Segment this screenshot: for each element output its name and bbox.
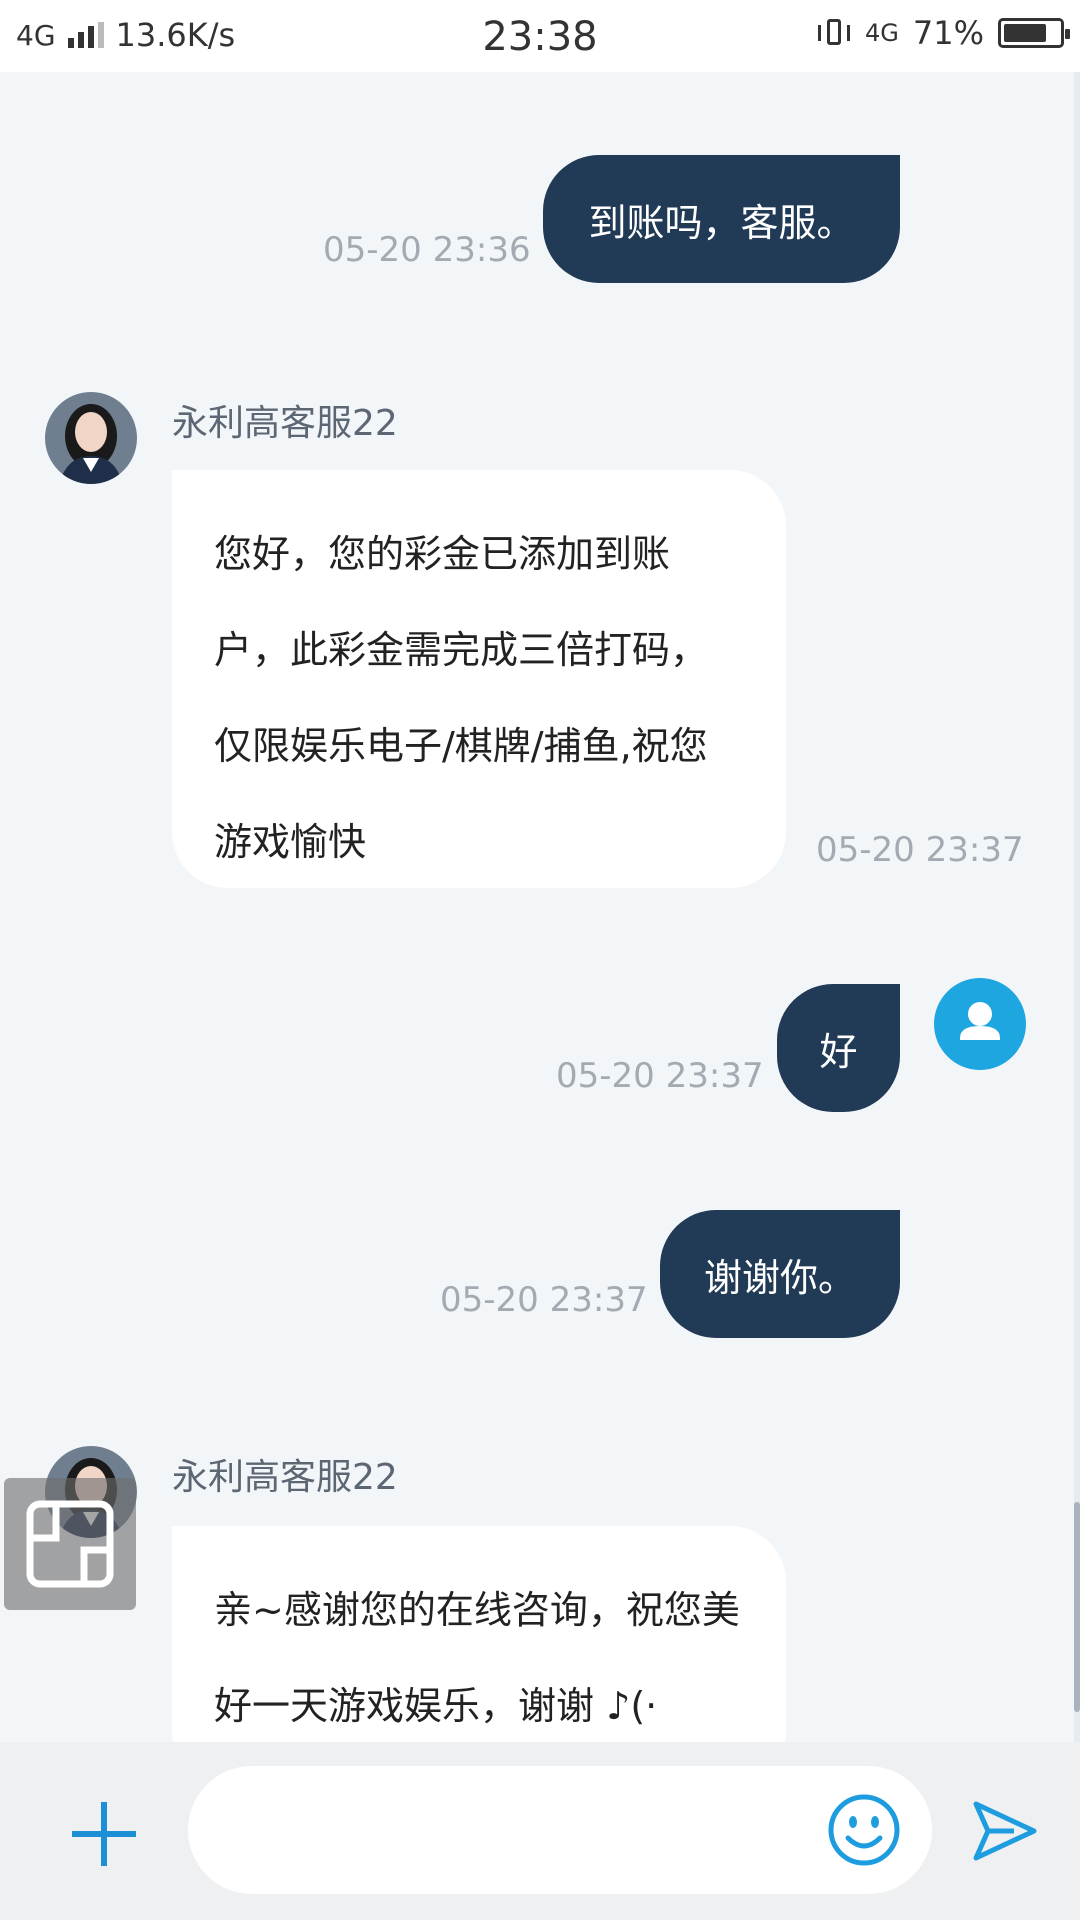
outgoing-message[interactable]: 谢谢你。 (660, 1210, 900, 1338)
message-time: 05-20 23:36 (323, 230, 531, 270)
chat-area[interactable]: 05-20 23:36 到账吗，客服。 永利高客服22 您好，您的彩金已添加到账… (0, 72, 1080, 1742)
sender-name: 永利高客服22 (172, 403, 398, 444)
sender-name: 永利高客服22 (172, 1457, 398, 1498)
message-input[interactable] (188, 1766, 932, 1894)
status-bar: 4G 13.6K/s 23:38 4G 71% (0, 0, 1080, 72)
agent-avatar[interactable] (45, 392, 137, 484)
network-type-2: 4G (865, 19, 899, 47)
message-time: 05-20 23:37 (556, 1056, 764, 1096)
scan-button[interactable] (4, 1478, 136, 1610)
message-time: 05-20 23:37 (440, 1280, 648, 1320)
input-bar (0, 1742, 1080, 1920)
user-avatar[interactable] (934, 978, 1026, 1070)
outgoing-message[interactable]: 好 (777, 984, 900, 1112)
scrollbar[interactable] (1074, 72, 1080, 1742)
battery-percent: 71% (912, 14, 984, 52)
incoming-message[interactable]: 亲~感谢您的在线咨询，祝您美 好一天游戏娱乐，谢谢 ♪(· (172, 1526, 786, 1742)
incoming-message[interactable]: 您好，您的彩金已添加到账 户，此彩金需完成三倍打码， 仅限娱乐电子/棋牌/捕鱼,… (172, 470, 786, 888)
battery-icon (998, 18, 1070, 48)
scrollbar-thumb[interactable] (1074, 1502, 1080, 1712)
message-line: 您好，您的彩金已添加到账 (214, 532, 671, 576)
emoji-icon[interactable] (826, 1792, 902, 1868)
status-right: 4G 71% (817, 14, 1070, 52)
agent-photo-icon (45, 392, 137, 484)
message-line: 亲~感谢您的在线咨询，祝您美 (214, 1588, 740, 1632)
plus-icon[interactable] (68, 1798, 140, 1870)
outgoing-message[interactable]: 到账吗，客服。 (543, 155, 900, 283)
vibrate-icon (817, 17, 851, 49)
user-icon (960, 1002, 1000, 1040)
message-time: 05-20 23:37 (816, 830, 1024, 870)
scan-icon (26, 1500, 114, 1588)
send-icon[interactable] (970, 1796, 1040, 1866)
